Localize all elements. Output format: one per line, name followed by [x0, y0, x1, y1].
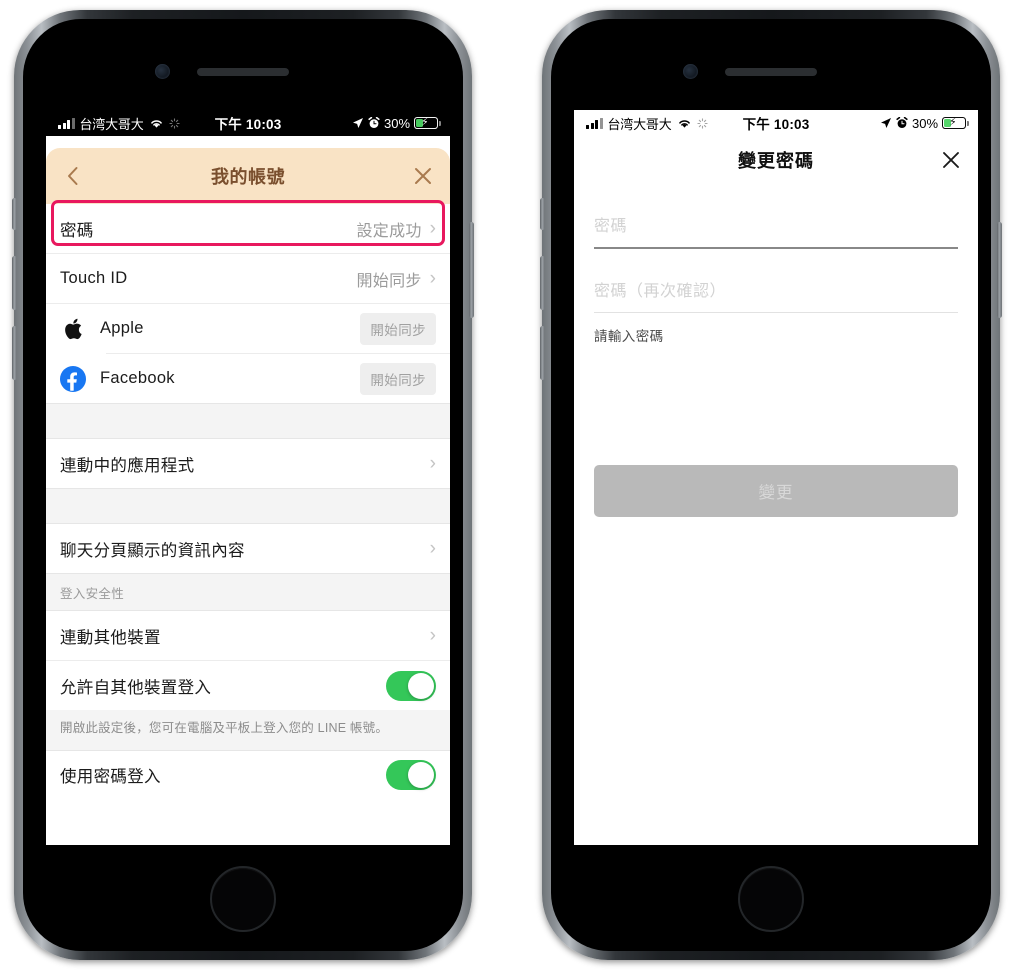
ring-switch[interactable]	[540, 198, 545, 230]
ring-switch[interactable]	[12, 198, 17, 230]
home-button[interactable]	[738, 866, 804, 932]
phone-left: 台湾大哥大 下午 10:03 30% ⚡ 我的帳號 密碼 設定成功 › Touc…	[12, 10, 474, 960]
row-label: Facebook	[100, 369, 175, 387]
row-label: 聊天分頁顯示的資訊內容	[60, 541, 245, 560]
password-field[interactable]: 密碼	[594, 184, 958, 249]
chevron-right-icon: ›	[429, 625, 436, 646]
status-bar-left: 台湾大哥大	[586, 114, 743, 133]
apple-logo-icon	[60, 316, 86, 342]
status-bar-right: 30% ⚡	[281, 115, 441, 131]
carrier-label: 台湾大哥大	[607, 116, 672, 132]
signal-bars-icon	[58, 117, 75, 129]
front-camera-icon	[155, 64, 170, 79]
status-bar: 台湾大哥大 下午 10:03 30% ⚡	[46, 110, 450, 136]
volume-down-button[interactable]	[540, 326, 545, 380]
list-item-login-with-password[interactable]: 使用密碼登入	[46, 750, 450, 800]
change-password-form: 密碼 密碼（再次確認） 請輸入密碼	[574, 184, 978, 345]
security-note: 開啟此設定後，您可在電腦及平板上登入您的 LINE 帳號。	[46, 710, 450, 751]
chevron-right-icon: ›	[429, 218, 436, 239]
volume-up-button[interactable]	[12, 256, 17, 310]
status-bar-time: 下午 10:03	[214, 117, 282, 132]
chevron-left-icon[interactable]	[60, 163, 86, 189]
section-gap	[46, 488, 450, 524]
facebook-sync-button[interactable]: 開始同步	[360, 362, 436, 395]
location-arrow-icon	[880, 118, 891, 128]
sync-spinner-icon	[168, 117, 180, 129]
volume-down-button[interactable]	[12, 326, 17, 380]
carrier-label: 台湾大哥大	[79, 116, 144, 132]
sync-spinner-icon	[696, 117, 708, 129]
close-x-icon[interactable]	[938, 147, 964, 173]
toggle-allow-login[interactable]	[386, 670, 436, 701]
row-value: 設定成功	[356, 222, 422, 240]
volume-up-button[interactable]	[540, 256, 545, 310]
screen-right: 台湾大哥大 下午 10:03 30% ⚡ 變更密碼 密碼 密碼（再次確認） 請輸…	[574, 110, 978, 845]
earpiece-speaker	[725, 68, 817, 76]
password-row-wrapper: 密碼 設定成功 ›	[46, 200, 450, 253]
close-x-icon[interactable]	[410, 163, 436, 189]
alarm-clock-icon	[368, 117, 380, 128]
field-underline	[594, 311, 958, 313]
section-gap	[46, 403, 450, 439]
battery-percent-label: 30%	[383, 115, 411, 131]
row-label: Touch ID	[60, 269, 128, 287]
list-item-apple[interactable]: Apple 開始同步	[46, 304, 450, 353]
wifi-icon	[150, 120, 162, 128]
wifi-icon	[678, 120, 690, 128]
apple-sync-button[interactable]: 開始同步	[360, 312, 436, 345]
screen-left: 台湾大哥大 下午 10:03 30% ⚡ 我的帳號 密碼 設定成功 › Touc…	[46, 110, 450, 845]
chevron-right-icon: ›	[429, 538, 436, 559]
signal-bars-icon	[586, 117, 603, 129]
row-label: 允許自其他裝置登入	[60, 678, 212, 697]
status-bar-time: 下午 10:03	[742, 117, 810, 132]
screenshot-stage: 台湾大哥大 下午 10:03 30% ⚡ 我的帳號 密碼 設定成功 › Touc…	[0, 0, 1024, 970]
password-field-placeholder: 密碼	[594, 218, 628, 235]
location-arrow-icon	[352, 118, 363, 128]
battery-percent-label: 30%	[911, 115, 939, 131]
chevron-right-icon: ›	[429, 453, 436, 474]
navigation-bar: 變更密碼	[574, 136, 978, 184]
list-item-link-other-device[interactable]: 連動其他裝置 ›	[46, 611, 450, 660]
row-value: 開始同步	[356, 272, 422, 290]
status-bar: 台湾大哥大 下午 10:03 30% ⚡	[574, 110, 978, 136]
power-button[interactable]	[997, 222, 1002, 318]
alarm-clock-icon	[896, 117, 908, 128]
row-label: 連動中的應用程式	[60, 456, 195, 475]
home-button[interactable]	[210, 866, 276, 932]
form-spacer	[574, 345, 978, 465]
change-password-submit-button[interactable]: 變更	[594, 464, 958, 517]
list-item-linked-apps[interactable]: 連動中的應用程式 ›	[46, 439, 450, 488]
battery-charging-icon: ⚡	[414, 117, 441, 129]
page-title: 我的帳號	[211, 167, 285, 187]
chevron-right-icon: ›	[429, 268, 436, 289]
facebook-logo-icon	[60, 365, 86, 392]
status-bar-right: 30% ⚡	[809, 115, 969, 131]
list-item-allow-login-other-device[interactable]: 允許自其他裝置登入	[46, 661, 450, 710]
form-hint: 請輸入密碼	[594, 328, 664, 344]
list-item-password[interactable]: 密碼 設定成功 ›	[46, 204, 450, 253]
status-bar-left: 台湾大哥大	[58, 114, 215, 133]
password-confirm-field[interactable]: 密碼（再次確認）	[594, 249, 958, 313]
row-label: 密碼	[60, 221, 94, 240]
phone-right: 台湾大哥大 下午 10:03 30% ⚡ 變更密碼 密碼 密碼（再次確認） 請輸…	[540, 10, 1002, 960]
battery-charging-icon: ⚡	[942, 117, 969, 129]
modal-header: 我的帳號	[46, 148, 450, 204]
toggle-login-with-password[interactable]	[386, 760, 436, 791]
page-title: 變更密碼	[738, 151, 814, 171]
row-label: 連動其他裝置	[60, 628, 161, 647]
modal-card-stack: 我的帳號	[46, 148, 450, 204]
front-camera-icon	[683, 64, 698, 79]
list-item-touch-id[interactable]: Touch ID 開始同步 ›	[46, 254, 450, 303]
earpiece-speaker	[197, 68, 289, 76]
power-button[interactable]	[469, 222, 474, 318]
settings-list: 密碼 設定成功 › Touch ID 開始同步 › Apple 開始同步 Fac…	[46, 200, 450, 800]
list-item-chat-tab-info[interactable]: 聊天分頁顯示的資訊內容 ›	[46, 524, 450, 573]
row-label: Apple	[100, 319, 144, 337]
password-confirm-placeholder: 密碼（再次確認）	[594, 282, 727, 300]
list-item-facebook[interactable]: Facebook 開始同步	[46, 354, 450, 403]
section-header-security: 登入安全性	[46, 573, 450, 611]
row-label: 使用密碼登入	[60, 768, 161, 787]
